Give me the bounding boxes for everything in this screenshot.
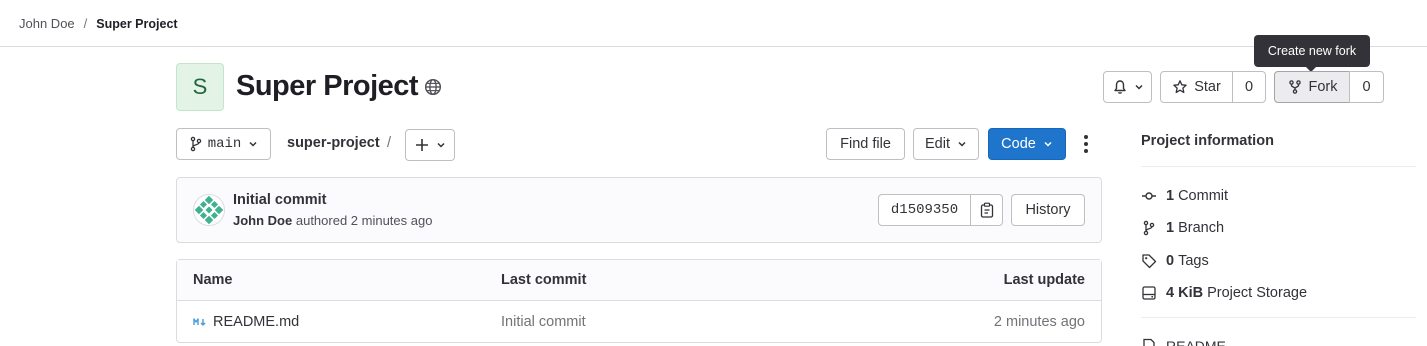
file-last-commit-link[interactable]: Initial commit (501, 314, 586, 330)
star-count: 0 (1244, 79, 1254, 95)
notification-dropdown-button[interactable] (1103, 71, 1152, 103)
project-information-title: Project information (1141, 133, 1274, 149)
commit-sha: d1509350 (890, 202, 959, 218)
chevron-down-icon (958, 141, 966, 147)
branch-name: main (207, 136, 242, 152)
copy-to-clipboard-icon (980, 202, 993, 218)
storage-label: Project Storage (1207, 285, 1308, 301)
chevron-down-icon (249, 141, 257, 147)
page-title: Super Project (236, 70, 419, 102)
sidebar-item-readme[interactable]: README (1141, 338, 1226, 346)
repo-path-link[interactable]: super-project (287, 135, 380, 151)
storage-size: 4 KiB (1166, 285, 1204, 301)
fork-label: Fork (1308, 79, 1338, 95)
project-avatar-letter: S (192, 74, 208, 99)
star-icon (1173, 80, 1187, 94)
sidebar-item-tags[interactable]: 0 Tags (1141, 251, 1209, 271)
chevron-down-icon (1134, 84, 1143, 90)
sidebar-divider (1141, 166, 1416, 167)
sidebar-item-commits[interactable]: 1 Commit (1141, 186, 1228, 206)
find-file-label: Find file (840, 136, 891, 152)
sidebar-item-storage[interactable]: 4 KiB Project Storage (1141, 283, 1307, 303)
commit-title-link[interactable]: Initial commit (233, 192, 326, 208)
markdown-icon (193, 318, 206, 326)
find-file-button[interactable]: Find file (826, 128, 905, 160)
tag-count: 0 (1166, 253, 1175, 269)
branch-count: 1 (1166, 220, 1175, 236)
commit-count: 1 (1166, 188, 1175, 204)
table-header-row: Name Last commit Last update (177, 260, 1101, 301)
column-header-last-update: Last update (1003, 272, 1085, 288)
fork-tooltip: Create new fork (1254, 35, 1370, 67)
tag-label: Tags (1178, 253, 1209, 269)
commit-authored-time: authored 2 minutes ago (295, 213, 433, 228)
add-to-tree-dropdown[interactable] (405, 129, 455, 161)
chevron-down-icon (1044, 141, 1052, 147)
branch-icon (1143, 220, 1155, 236)
branch-label: Branch (1178, 220, 1225, 236)
author-avatar[interactable] (193, 194, 225, 226)
globe-icon (424, 78, 442, 96)
edit-label: Edit (925, 136, 950, 152)
commit-label: Commit (1178, 188, 1229, 204)
fork-count-link[interactable]: 0 (1349, 71, 1384, 103)
fork-icon (1288, 80, 1301, 94)
file-name-link[interactable]: README.md (213, 314, 299, 330)
sidebar-divider (1141, 317, 1416, 318)
fork-count: 0 (1362, 79, 1371, 95)
plus-icon (416, 139, 428, 151)
chevron-down-icon (437, 142, 445, 148)
breadcrumb-separator: / (83, 16, 88, 31)
breadcrumb: John Doe / Super Project (19, 16, 178, 31)
file-last-update: 2 minutes ago (993, 314, 1085, 330)
history-button[interactable]: History (1011, 194, 1085, 226)
commit-sha-link[interactable]: d1509350 (878, 194, 971, 226)
commit-author-link[interactable]: John Doe (233, 213, 292, 228)
code-dropdown-button[interactable]: Code (988, 128, 1066, 160)
edit-dropdown-button[interactable]: Edit (913, 128, 979, 160)
file-tree-table: Name Last commit Last update README.md I… (176, 259, 1102, 343)
star-count-link[interactable]: 0 (1232, 71, 1266, 103)
project-avatar[interactable]: S (176, 63, 224, 111)
copy-sha-button[interactable] (970, 194, 1003, 226)
history-label: History (1025, 202, 1071, 218)
column-header-name: Name (193, 272, 233, 288)
branch-icon (190, 136, 201, 152)
fork-tooltip-text: Create new fork (1267, 44, 1357, 58)
commit-meta: John Doe authored 2 minutes ago (233, 213, 432, 228)
commit-icon (1142, 192, 1156, 200)
code-label: Code (1001, 136, 1036, 152)
star-label: Star (1194, 79, 1221, 95)
fork-button[interactable]: Fork (1274, 71, 1350, 103)
tag-icon (1142, 254, 1157, 269)
branch-selector[interactable]: main (176, 128, 271, 160)
column-header-last-commit: Last commit (501, 272, 587, 288)
more-actions-icon[interactable] (1080, 134, 1092, 154)
breadcrumb-user-link[interactable]: John Doe (19, 16, 75, 31)
storage-icon (1142, 286, 1156, 300)
readme-label: README (1166, 338, 1226, 346)
bell-icon (1113, 80, 1126, 94)
path-separator: / (387, 135, 392, 151)
file-icon (1143, 338, 1155, 346)
sidebar-item-branches[interactable]: 1 Branch (1141, 218, 1224, 238)
top-bar: John Doe / Super Project (0, 0, 1427, 47)
star-button[interactable]: Star (1160, 71, 1233, 103)
breadcrumb-project-link[interactable]: Super Project (96, 17, 177, 31)
